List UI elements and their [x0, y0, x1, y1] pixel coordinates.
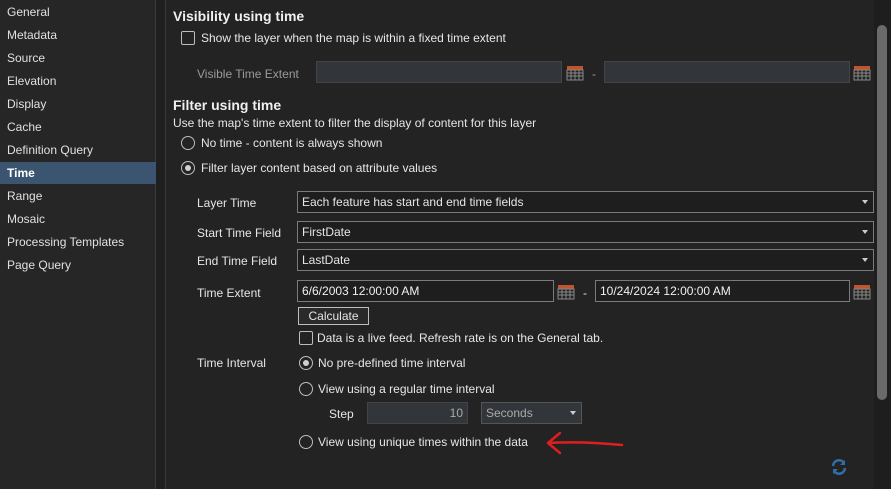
start-time-value: FirstDate — [302, 225, 351, 239]
time-interval-label: Time Interval — [197, 356, 266, 370]
layer-time-select[interactable]: Each feature has start and end time fiel… — [297, 191, 874, 213]
filter-attr-radio[interactable] — [181, 161, 195, 175]
layer-time-value: Each feature has start and end time fiel… — [302, 195, 524, 209]
sidebar-item-display[interactable]: Display — [0, 93, 156, 115]
sidebar-item-range[interactable]: Range — [0, 185, 156, 207]
no-time-radio[interactable] — [181, 136, 195, 150]
time-extent-end-input[interactable]: 10/24/2024 12:00:00 AM — [595, 280, 850, 302]
sidebar-item-time[interactable]: Time — [0, 162, 156, 184]
scrollbar[interactable] — [874, 0, 891, 489]
fixed-extent-label: Show the layer when the map is within a … — [201, 31, 506, 45]
no-time-label: No time - content is always shown — [201, 136, 383, 150]
visible-extent-start-input[interactable] — [316, 61, 562, 83]
calendar-icon[interactable] — [557, 282, 575, 300]
chevron-down-icon — [862, 200, 868, 204]
sidebar-item-cache[interactable]: Cache — [0, 116, 156, 138]
fixed-extent-checkbox[interactable] — [181, 31, 195, 45]
extent-dash: - — [592, 67, 596, 81]
no-interval-radio[interactable] — [299, 356, 313, 370]
start-time-select[interactable]: FirstDate — [297, 221, 874, 243]
end-time-value: LastDate — [302, 253, 351, 267]
sidebar-item-processing-templates[interactable]: Processing Templates — [0, 231, 156, 253]
live-feed-label: Data is a live feed. Refresh rate is on … — [317, 331, 604, 345]
calendar-icon[interactable] — [853, 282, 871, 300]
step-unit-select[interactable]: Seconds — [481, 402, 582, 424]
unique-times-label: View using unique times within the data — [318, 435, 528, 449]
calculate-button[interactable]: Calculate — [298, 307, 369, 325]
filter-attr-label: Filter layer content based on attribute … — [201, 161, 438, 175]
time-extent-start-input[interactable]: 6/6/2003 12:00:00 AM — [297, 280, 554, 302]
chevron-down-icon — [570, 411, 576, 415]
calendar-icon[interactable] — [566, 63, 584, 81]
filter-heading: Filter using time — [173, 97, 282, 113]
sidebar-item-metadata[interactable]: Metadata — [0, 24, 156, 46]
step-label: Step — [329, 407, 354, 421]
refresh-icon[interactable] — [830, 458, 848, 476]
sidebar-item-mosaic[interactable]: Mosaic — [0, 208, 156, 230]
end-time-label: End Time Field — [197, 254, 278, 268]
visibility-heading: Visibility using time — [173, 8, 305, 24]
calendar-icon[interactable] — [853, 63, 871, 81]
live-feed-checkbox[interactable] — [299, 331, 313, 345]
end-time-select[interactable]: LastDate — [297, 249, 874, 271]
annotation-arrow — [546, 431, 624, 455]
chevron-down-icon — [862, 258, 868, 262]
time-extent-dash: - — [583, 286, 587, 300]
regular-interval-label: View using a regular time interval — [318, 382, 495, 396]
visible-extent-label: Visible Time Extent — [197, 67, 299, 81]
layer-time-label: Layer Time — [197, 196, 257, 210]
start-time-label: Start Time Field — [197, 226, 282, 240]
sidebar: General Metadata Source Elevation Displa… — [0, 0, 156, 489]
sidebar-item-page-query[interactable]: Page Query — [0, 254, 156, 276]
sidebar-item-source[interactable]: Source — [0, 47, 156, 69]
scrollbar-thumb[interactable] — [877, 25, 887, 400]
sidebar-item-definition-query[interactable]: Definition Query — [0, 139, 156, 161]
step-unit-value: Seconds — [486, 406, 533, 420]
filter-description: Use the map's time extent to filter the … — [173, 116, 537, 130]
sidebar-item-elevation[interactable]: Elevation — [0, 70, 156, 92]
unique-times-radio[interactable] — [299, 435, 313, 449]
chevron-down-icon — [862, 230, 868, 234]
sidebar-item-general[interactable]: General — [0, 1, 156, 23]
step-input[interactable]: 10 — [367, 402, 468, 424]
time-extent-label: Time Extent — [197, 286, 261, 300]
visible-extent-end-input[interactable] — [604, 61, 850, 83]
no-interval-label: No pre-defined time interval — [318, 356, 466, 370]
regular-interval-radio[interactable] — [299, 382, 313, 396]
